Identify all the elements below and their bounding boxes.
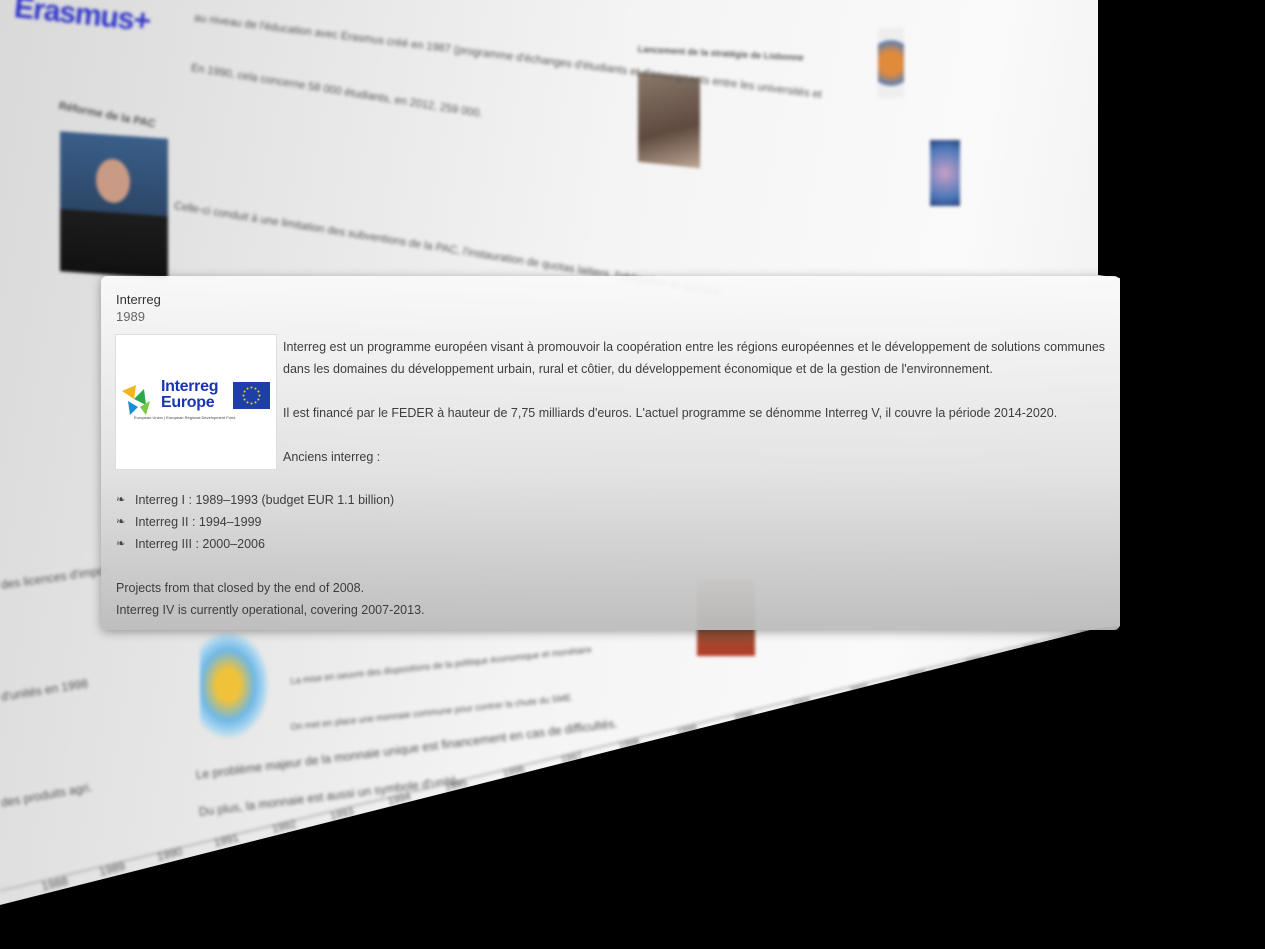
timeline-year-label: 2003 [906, 667, 926, 681]
logo-wordmark: Interreg Europe [161, 378, 219, 411]
description-paragraph: Il est financé par le FEDER à hauteur de… [283, 406, 1058, 420]
fleuron-bullet-icon: ❧ [116, 494, 126, 506]
timeline-year-label: 2000 [733, 708, 755, 724]
timeline-year-label: 1993 [328, 804, 355, 823]
timeline-year-label: 2004 [964, 653, 983, 667]
timeline-year-label: 1992 [271, 818, 298, 837]
timeline-year-label: 2005 [1022, 639, 1041, 653]
description-paragraph: Interreg est un programme européen visan… [283, 340, 1106, 376]
timeline-year-label: 1990 [155, 846, 184, 864]
timeline-year-label: 2001 [791, 694, 812, 710]
event-year: 1989 [116, 309, 145, 324]
europe-map-image [200, 630, 270, 740]
interreg-logo-image: Interreg Europe European Union | Europea… [116, 335, 276, 469]
event-title: Interreg [116, 292, 161, 307]
list-item: ❧ Interreg I : 1989–1993 (budget EUR 1.1 … [116, 489, 394, 511]
timeline-year-label: 1991 [213, 832, 241, 850]
timeline-year-label: 1988 [40, 873, 70, 894]
fleuron-bullet-icon: ❧ [116, 516, 126, 528]
event-detail-card: Interreg 1989 Interreg Europe European U… [101, 276, 1120, 630]
list-item: ❧ Interreg III : 2000–2006 [116, 533, 394, 555]
timeline-year-label: 1998 [617, 736, 641, 751]
timeline-year-label: 1997 [560, 749, 584, 766]
bg-snippet: d'unités en 1998 [0, 676, 89, 704]
eu-flag-icon [233, 382, 270, 409]
bg-snippet: Réforme de la PAC [57, 100, 157, 131]
timeline-year-label: 1996 [502, 763, 526, 780]
bg-snippet: Lancement de la stratégie de Lisbonne [637, 44, 804, 63]
event-description: Interreg est un programme européen visan… [283, 336, 1108, 490]
event-photo [638, 71, 700, 169]
portrait-photo [60, 131, 168, 279]
bg-snippet: En 1990, cela concerne 58 000 étudiants,… [190, 62, 484, 120]
pie-thumbnail-image [878, 28, 904, 98]
bg-snippet: des licences d'impor. [0, 562, 112, 592]
logo-subtitle: European Union | European Regional Devel… [134, 415, 236, 420]
description-paragraph: Anciens interreg : [283, 450, 381, 464]
thumbnail-image [930, 140, 960, 206]
timeline-year-label: 1999 [675, 722, 698, 737]
list-item: ❧ Interreg II : 1994–1999 [116, 511, 394, 533]
bg-snippet: La mise en oeuvre des dispositions de la… [290, 644, 593, 686]
timeline-year-label: 1989 [97, 859, 127, 879]
erasmus-logo: Erasmus+ [12, 0, 152, 39]
bg-snippet: des produits agri. [0, 780, 94, 810]
event-footer-note: Projects from that closed by the end of … [116, 581, 425, 617]
interreg-arrows-icon [122, 385, 150, 415]
fleuron-bullet-icon: ❧ [116, 538, 126, 550]
timeline-year-label: 2002 [848, 681, 869, 695]
interreg-history-list: ❧ Interreg I : 1989–1993 (budget EUR 1.1 … [116, 489, 394, 555]
